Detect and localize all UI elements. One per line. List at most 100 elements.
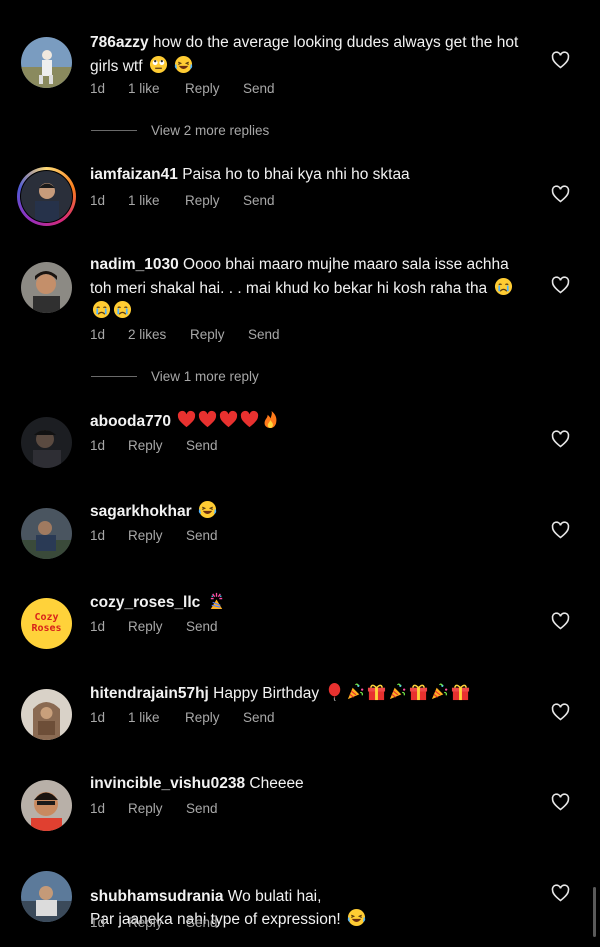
- red-heart-emoji-icon: [241, 410, 259, 428]
- scrollbar[interactable]: [593, 887, 596, 937]
- like-heart-icon[interactable]: [551, 185, 570, 203]
- like-heart-icon[interactable]: [551, 521, 570, 539]
- view-more-replies[interactable]: View 2 more replies: [91, 123, 269, 138]
- comment-age: 1d: [90, 193, 106, 208]
- comment-meta: 1d 1 like Reply Send: [90, 710, 275, 725]
- avatar[interactable]: [21, 689, 72, 740]
- avatar-logo-text: Roses: [31, 623, 62, 634]
- balloon-emoji-icon: [329, 682, 341, 701]
- reply-button[interactable]: Reply: [185, 81, 243, 96]
- username[interactable]: cozy_roses_llc: [90, 594, 200, 611]
- reply-button[interactable]: Reply: [185, 193, 243, 208]
- username[interactable]: abooda770: [90, 413, 171, 430]
- comment-age: 1d: [90, 915, 106, 930]
- like-count[interactable]: 1 like: [128, 710, 185, 725]
- like-heart-icon[interactable]: [551, 51, 570, 69]
- comment-meta: 1d 1 like Reply Send: [90, 81, 275, 96]
- comment-meta: 1d 1 like Reply Send: [90, 193, 275, 208]
- like-count[interactable]: 1 like: [128, 81, 185, 96]
- reply-button[interactable]: Reply: [190, 327, 248, 342]
- like-heart-icon[interactable]: [551, 703, 570, 721]
- avatar-logo-text: Cozy: [34, 612, 59, 623]
- like-heart-icon[interactable]: [551, 793, 570, 811]
- view-more-replies[interactable]: View 1 more reply: [91, 369, 259, 384]
- crying-emoji-icon: [494, 277, 512, 295]
- send-button[interactable]: Send: [248, 327, 280, 342]
- comment-body: Happy Birthday: [208, 685, 324, 702]
- send-button[interactable]: Send: [243, 710, 275, 725]
- avatar[interactable]: [21, 262, 72, 313]
- comment-age: 1d: [90, 438, 106, 453]
- comment-body: Cheeee: [245, 775, 304, 792]
- like-heart-icon[interactable]: [551, 276, 570, 294]
- laughing-emoji-icon: [175, 55, 193, 73]
- avatar[interactable]: [21, 171, 72, 222]
- rolling-eyes-emoji-icon: [149, 55, 167, 73]
- comment-text: nadim_1030 Oooo bhai maaro mujhe maaro s…: [90, 254, 530, 324]
- comment-meta: 1d Reply Send: [90, 915, 218, 930]
- like-heart-icon[interactable]: [551, 430, 570, 448]
- comment-body: Paisa ho to bhai kya nhi ho sktaa: [177, 166, 410, 183]
- reply-button[interactable]: Reply: [128, 801, 186, 816]
- comment-meta: 1d Reply Send: [90, 438, 218, 453]
- avatar[interactable]: [21, 417, 72, 468]
- send-button[interactable]: Send: [243, 81, 275, 96]
- username[interactable]: shubhamsudrania: [90, 888, 224, 905]
- username[interactable]: nadim_1030: [90, 256, 179, 273]
- party-popper-emoji-icon: [432, 683, 448, 700]
- red-heart-emoji-icon: [178, 410, 196, 428]
- comment-meta: 1d Reply Send: [90, 619, 218, 634]
- send-button[interactable]: Send: [243, 193, 275, 208]
- crying-emoji-icon: [92, 300, 111, 319]
- crying-emoji-icon: [113, 300, 132, 319]
- comment-body: [192, 503, 196, 520]
- comment-text: hitendrajain57hj Happy Birthday: [90, 682, 540, 706]
- reply-button[interactable]: Reply: [128, 915, 186, 930]
- like-count[interactable]: 2 likes: [128, 327, 190, 342]
- avatar[interactable]: Cozy Roses: [21, 598, 72, 649]
- username[interactable]: sagarkhokhar: [90, 503, 192, 520]
- red-heart-emoji-icon: [220, 410, 238, 428]
- comment-meta: 1d 2 likes Reply Send: [90, 327, 280, 342]
- username[interactable]: 786azzy: [90, 34, 149, 51]
- send-button[interactable]: Send: [186, 801, 218, 816]
- laughing-emoji-icon: [347, 908, 366, 927]
- send-button[interactable]: Send: [186, 619, 218, 634]
- comment-body: [200, 594, 204, 611]
- comment-age: 1d: [90, 81, 106, 96]
- avatar[interactable]: [21, 871, 72, 922]
- comment-text: iamfaizan41 Paisa ho to bhai kya nhi ho …: [90, 164, 540, 187]
- confetti-ball-emoji-icon: [210, 592, 222, 610]
- reply-button[interactable]: Reply: [128, 619, 186, 634]
- comment-text: 786azzy how do the average looking dudes…: [90, 32, 540, 78]
- view-more-replies-label[interactable]: View 2 more replies: [151, 123, 269, 138]
- username[interactable]: iamfaizan41: [90, 166, 178, 183]
- gift-emoji-icon: [368, 684, 386, 701]
- gift-emoji-icon: [452, 684, 470, 701]
- party-popper-emoji-icon: [390, 683, 406, 700]
- comment-text: abooda770: [90, 410, 540, 434]
- like-heart-icon[interactable]: [551, 884, 570, 902]
- avatar[interactable]: [21, 37, 72, 88]
- send-button[interactable]: Send: [186, 915, 218, 930]
- avatar[interactable]: [21, 780, 72, 831]
- party-popper-emoji-icon: [348, 683, 364, 700]
- reply-button[interactable]: Reply: [128, 528, 186, 543]
- comment-age: 1d: [90, 327, 106, 342]
- divider-line: [91, 376, 137, 377]
- story-ring[interactable]: [17, 167, 76, 226]
- username[interactable]: invincible_vishu0238: [90, 775, 245, 792]
- like-count[interactable]: 1 like: [128, 193, 185, 208]
- reply-button[interactable]: Reply: [185, 710, 243, 725]
- send-button[interactable]: Send: [186, 438, 218, 453]
- send-button[interactable]: Send: [186, 528, 218, 543]
- comment-age: 1d: [90, 801, 106, 816]
- username[interactable]: hitendrajain57hj: [90, 685, 209, 702]
- like-heart-icon[interactable]: [551, 612, 570, 630]
- comment-age: 1d: [90, 528, 106, 543]
- view-more-replies-label[interactable]: View 1 more reply: [151, 369, 259, 384]
- avatar[interactable]: [21, 508, 72, 559]
- red-heart-emoji-icon: [199, 410, 217, 428]
- comment-meta: 1d Reply Send: [90, 801, 218, 816]
- reply-button[interactable]: Reply: [128, 438, 186, 453]
